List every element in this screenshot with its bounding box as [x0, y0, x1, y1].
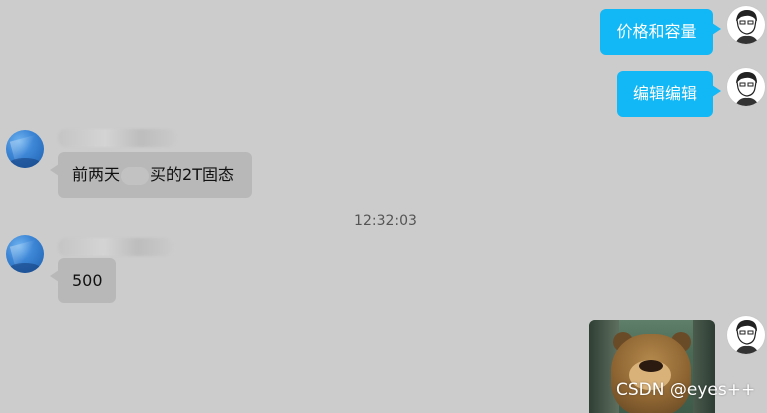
outgoing-message[interactable]: 编辑编辑 [617, 71, 721, 117]
blurred-text [121, 166, 150, 185]
blurred-sender-name [58, 238, 172, 256]
blurred-sender-name [58, 129, 176, 147]
bear-nose [639, 360, 663, 372]
user-avatar[interactable] [727, 6, 765, 44]
sketch-portrait-icon [735, 320, 759, 354]
incoming-message[interactable]: 前两天 买的2T固态 [50, 152, 252, 198]
message-text: 编辑编辑 [632, 84, 697, 103]
contact-avatar[interactable] [6, 235, 44, 273]
user-avatar[interactable] [727, 68, 765, 106]
contact-avatar[interactable] [6, 130, 44, 168]
sketch-portrait-icon [735, 72, 759, 106]
incoming-message[interactable]: 500 [50, 258, 116, 303]
message-timestamp: 12:32:03 [354, 213, 417, 229]
user-avatar[interactable] [727, 316, 765, 354]
sketch-portrait-icon [735, 10, 759, 44]
outgoing-message[interactable]: 价格和容量 [600, 9, 721, 55]
message-text: 500 [72, 271, 103, 290]
chat-window: 价格和容量 编辑编辑 前两天 买的2T固态 12:32:03 500 CSDN … [0, 0, 767, 413]
watermark: CSDN @eyes++ [616, 380, 756, 400]
message-text-part: 前两天 [72, 165, 121, 184]
message-text-part: 买的2T固态 [150, 165, 234, 184]
message-text: 价格和容量 [616, 22, 697, 41]
